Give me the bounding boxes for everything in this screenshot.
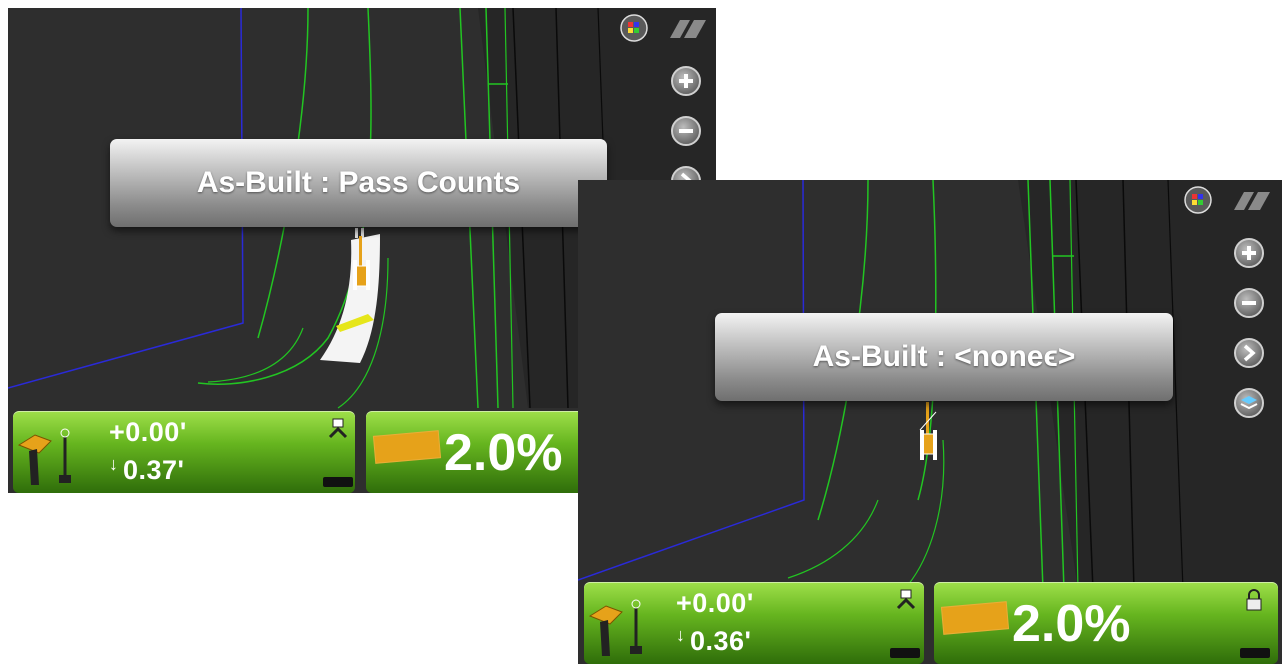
elevation-panel[interactable]: +0.00' ↓ 0.36' xyxy=(584,582,924,664)
elevation-offset: +0.00' xyxy=(676,588,754,618)
machine-view-icon[interactable] xyxy=(666,14,710,42)
map-view-icon[interactable] xyxy=(1184,186,1212,214)
elevation-offset: +0.00' xyxy=(109,417,187,447)
dozer-icon xyxy=(919,402,937,460)
zoom-in-button[interactable] xyxy=(1234,238,1264,268)
machine-view-icon[interactable] xyxy=(1230,186,1274,214)
machine-status-icon xyxy=(328,418,348,439)
slope-panel[interactable]: 2.0% xyxy=(934,582,1278,664)
slope-value: 2.0% xyxy=(1012,595,1131,653)
status-indicator xyxy=(890,648,920,658)
machine-status-icon xyxy=(896,589,916,610)
guidance-screen-none: As-Built : <noneϵ> +0.00' ↓ 0.36' 2.0% xyxy=(578,180,1282,664)
elevation-panel[interactable]: +0.00' ↓ 0.37' xyxy=(13,411,355,493)
layers-button[interactable] xyxy=(1234,388,1264,418)
next-button[interactable] xyxy=(1234,338,1264,368)
slope-value: 2.0% xyxy=(444,424,563,482)
status-indicator xyxy=(1240,648,1270,658)
cut-fill-value: 0.36' xyxy=(690,626,752,656)
slope-bar-icon xyxy=(372,430,442,464)
cut-arrow-icon: ↓ xyxy=(676,625,686,645)
status-indicator xyxy=(323,477,353,487)
dozer-icon xyxy=(353,228,370,290)
cut-arrow-icon: ↓ xyxy=(109,454,119,474)
zoom-out-button[interactable] xyxy=(671,116,701,146)
blade-antenna-icon xyxy=(17,428,71,485)
map-view-icon[interactable] xyxy=(620,14,648,42)
zoom-in-button[interactable] xyxy=(671,66,701,96)
blade-antenna-icon xyxy=(588,599,642,656)
lock-icon[interactable] xyxy=(1244,588,1264,612)
cut-fill-value: 0.37' xyxy=(123,455,185,485)
as-built-banner: As-Built : <noneϵ> xyxy=(715,313,1173,401)
as-built-banner: As-Built : Pass Counts xyxy=(110,139,607,227)
zoom-out-button[interactable] xyxy=(1234,288,1264,318)
slope-bar-icon xyxy=(940,601,1010,635)
